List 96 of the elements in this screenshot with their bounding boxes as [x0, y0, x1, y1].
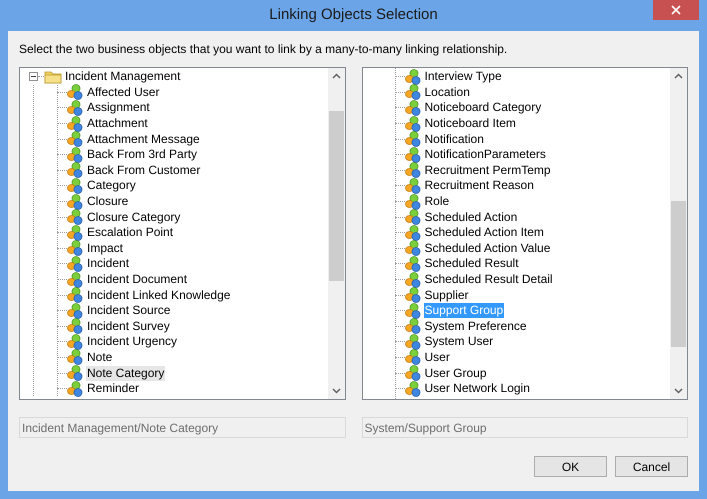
object-icon: [67, 146, 83, 163]
object-icon: [404, 116, 420, 132]
object-icon: [404, 162, 420, 178]
object-icon: [67, 334, 83, 350]
tree-item[interactable]: Category: [86, 178, 137, 194]
tree-item[interactable]: Closure: [86, 194, 130, 210]
object-icon: [404, 365, 420, 382]
tree-item[interactable]: Recruitment PermTemp: [424, 162, 552, 178]
tree-item[interactable]: Note Category: [86, 366, 166, 381]
tree-item[interactable]: Recruitment Reason: [424, 178, 535, 194]
object-icon: [404, 302, 420, 319]
object-icon: [67, 209, 83, 226]
object-icon: [67, 272, 83, 288]
object-icon: [67, 100, 83, 116]
tree-item[interactable]: Incident Source: [86, 303, 172, 318]
object-icon: [404, 131, 420, 148]
tree-item[interactable]: Noticeboard Item: [424, 116, 517, 132]
object-icon: [67, 256, 83, 272]
tree-item[interactable]: Scheduled Result Detail: [424, 272, 554, 288]
object-icon: [67, 380, 83, 397]
object-icon: [67, 131, 83, 148]
object-icon: [67, 194, 83, 210]
tree-item[interactable]: Role: [424, 194, 450, 210]
object-icon: [404, 194, 420, 210]
tree-item[interactable]: Location: [424, 84, 471, 100]
tree-item[interactable]: Affected User: [86, 84, 160, 100]
tree-view[interactable]: [19, 67, 346, 400]
cancel-button[interactable]: Cancel: [615, 456, 688, 477]
tree-item[interactable]: NotificationParameters: [424, 147, 547, 162]
tree-item[interactable]: Note: [86, 350, 114, 365]
tree-item[interactable]: User Network Login: [424, 381, 531, 396]
window-title: Linking Objects Selection: [269, 5, 438, 26]
object-icon: [67, 178, 83, 194]
object-icon: [404, 178, 420, 194]
tree-item[interactable]: Incident Document: [86, 272, 188, 288]
object-icon: [404, 380, 420, 397]
tree-item[interactable]: Back From Customer: [86, 162, 202, 178]
collapse-icon[interactable]: [29, 72, 38, 82]
tree-item[interactable]: User: [424, 350, 451, 365]
tree-item[interactable]: Incident Linked Knowledge: [86, 288, 232, 303]
tree-item[interactable]: System User: [424, 334, 494, 350]
object-icon: [404, 100, 420, 116]
object-icon: [404, 146, 420, 163]
tree-item[interactable]: Impact: [86, 240, 124, 256]
object-icon: [404, 224, 420, 241]
tree-item[interactable]: Incident: [86, 256, 130, 272]
object-icon: [404, 272, 420, 288]
object-icon: [404, 256, 420, 272]
object-icon: [67, 287, 83, 304]
object-icon: [404, 349, 420, 366]
tree-view[interactable]: [362, 67, 688, 400]
object-icon: [67, 224, 83, 241]
scrollbar[interactable]: [670, 68, 687, 399]
instruction-text: Select the two business objects that you want to link by a many-to-many linking relationship.: [19, 41, 508, 57]
scroll-thumb[interactable]: [328, 111, 344, 281]
object-icon: [67, 84, 83, 100]
tree-item[interactable]: Attachment: [86, 116, 149, 132]
object-icon: [404, 318, 420, 334]
tree-item[interactable]: Back From 3rd Party: [86, 147, 198, 162]
object-icon: [404, 240, 420, 256]
folder-icon: [44, 70, 62, 84]
tree-item[interactable]: Scheduled Action: [424, 210, 518, 225]
object-icon: [67, 302, 83, 319]
tree-item[interactable]: Assignment: [86, 100, 151, 116]
tree-item[interactable]: Interview Type: [424, 69, 503, 84]
tree-item[interactable]: Incident Survey: [86, 318, 171, 334]
scrollbar[interactable]: [328, 68, 344, 399]
tree-item[interactable]: Scheduled Action Value: [424, 240, 552, 256]
ok-button[interactable]: OK: [534, 456, 607, 477]
tree-item[interactable]: Closure Category: [86, 210, 182, 225]
tree-item[interactable]: Reminder: [86, 381, 140, 396]
tree-item[interactable]: Scheduled Action Item: [424, 225, 545, 240]
tree-item[interactable]: Attachment Message: [86, 132, 201, 147]
tree-item[interactable]: Incident Management: [64, 69, 182, 84]
scroll-thumb[interactable]: [671, 201, 686, 347]
object-icon: [67, 240, 83, 256]
tree-item[interactable]: Scheduled Result: [424, 256, 520, 272]
close-button[interactable]: [653, 0, 699, 20]
object-icon: [67, 365, 83, 382]
tree-item[interactable]: Noticeboard Category: [424, 100, 542, 116]
object-icon: [404, 84, 420, 100]
tree-item[interactable]: Notification: [424, 132, 485, 147]
object-icon: [404, 287, 420, 304]
object-icon: [67, 162, 83, 178]
object-icon: [67, 349, 83, 366]
close-icon: [671, 5, 681, 15]
tree-item[interactable]: Supplier: [424, 288, 470, 303]
object-icon: [404, 209, 420, 226]
tree-item[interactable]: System Preference: [424, 318, 528, 334]
tree-item[interactable]: Incident Urgency: [86, 334, 178, 350]
tree-item[interactable]: User Group: [424, 366, 488, 381]
object-icon: [404, 68, 420, 85]
object-icon: [67, 116, 83, 132]
tree-item[interactable]: Escalation Point: [86, 225, 174, 240]
object-icon: [67, 318, 83, 334]
object-icon: [404, 334, 420, 350]
